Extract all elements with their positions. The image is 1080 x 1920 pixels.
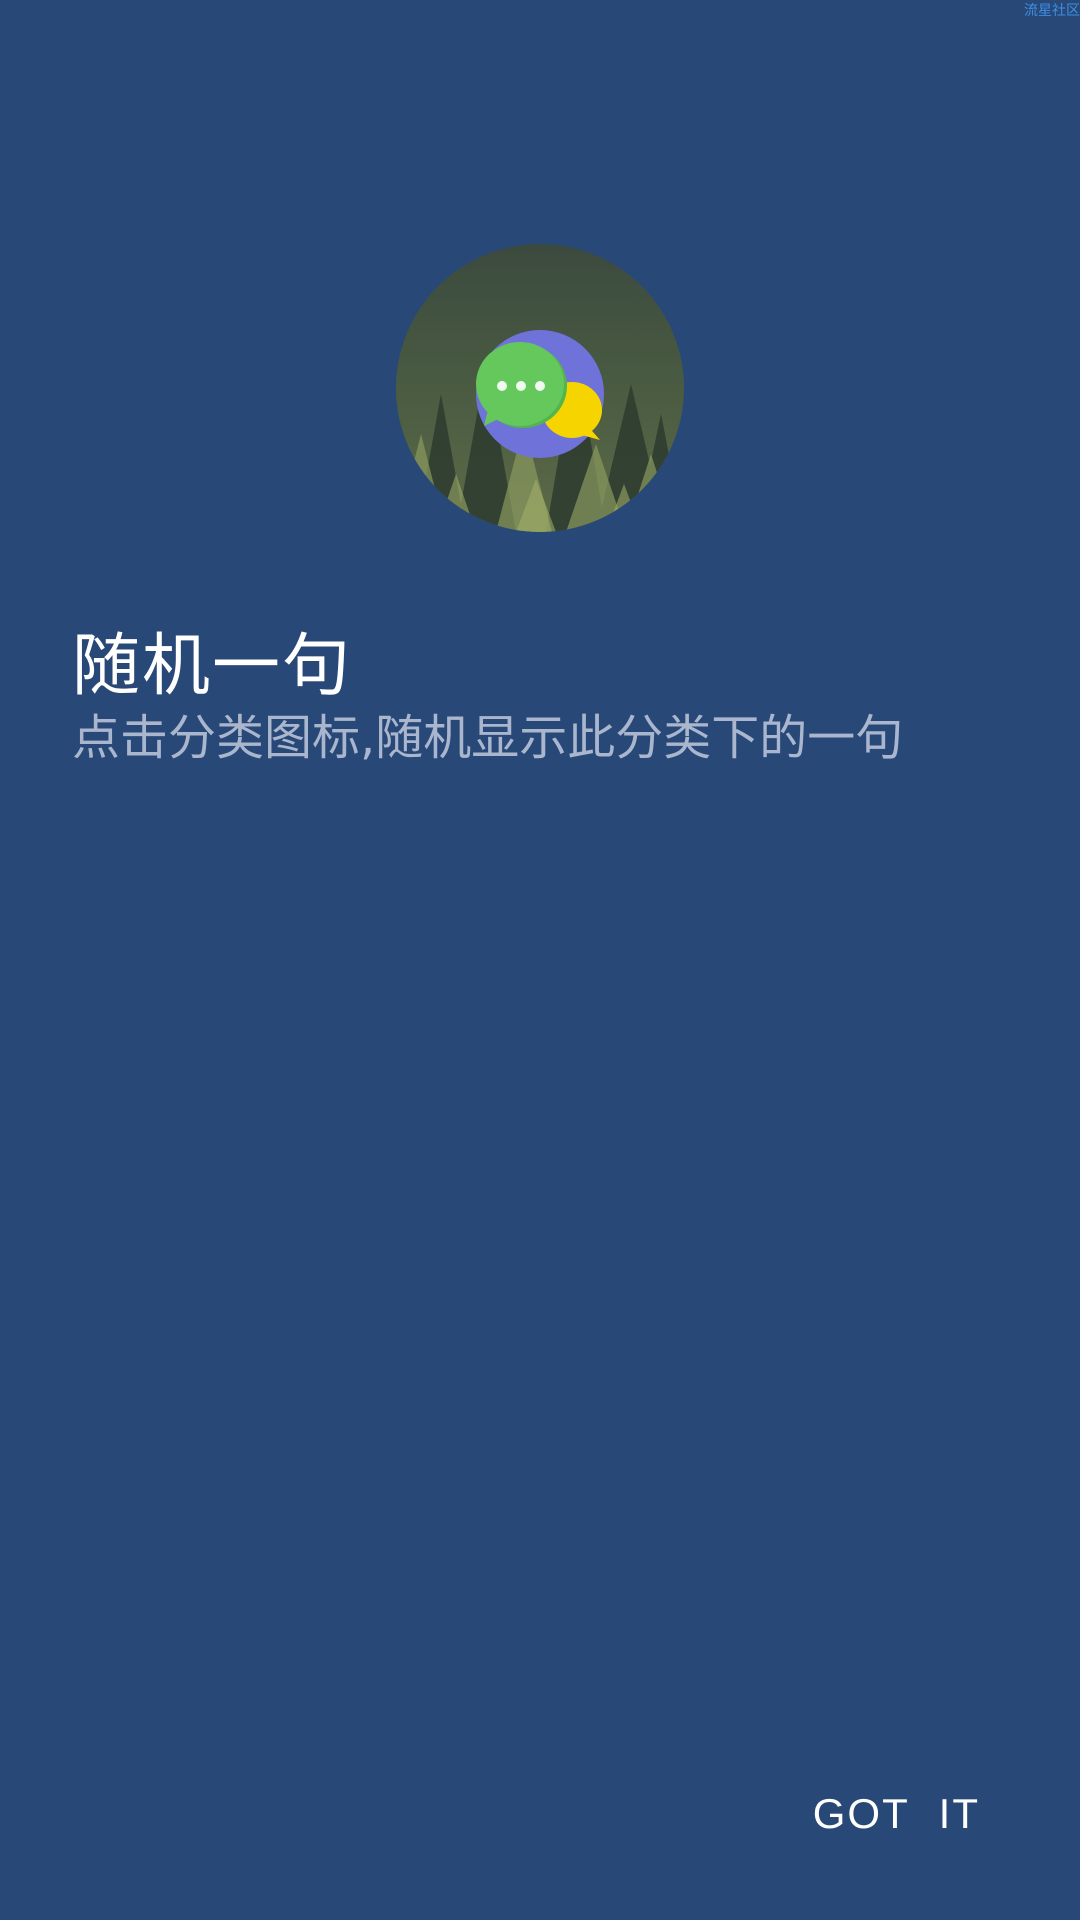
target-highlight[interactable] [396, 244, 684, 532]
got-it-button[interactable]: GOT IT [809, 1782, 984, 1846]
showcase-description: 点击分类图标,随机显示此分类下的一句 [72, 710, 904, 766]
showcase-title: 随机一句 [72, 627, 353, 706]
chat-bubbles-icon [476, 330, 604, 458]
watermark-text: 流星社区 [1024, 3, 1080, 19]
showcase-overlay: 流星社区 随机一句 点击分类图标,随机显示此分类下的一句 GOT IT [0, 0, 1080, 1920]
